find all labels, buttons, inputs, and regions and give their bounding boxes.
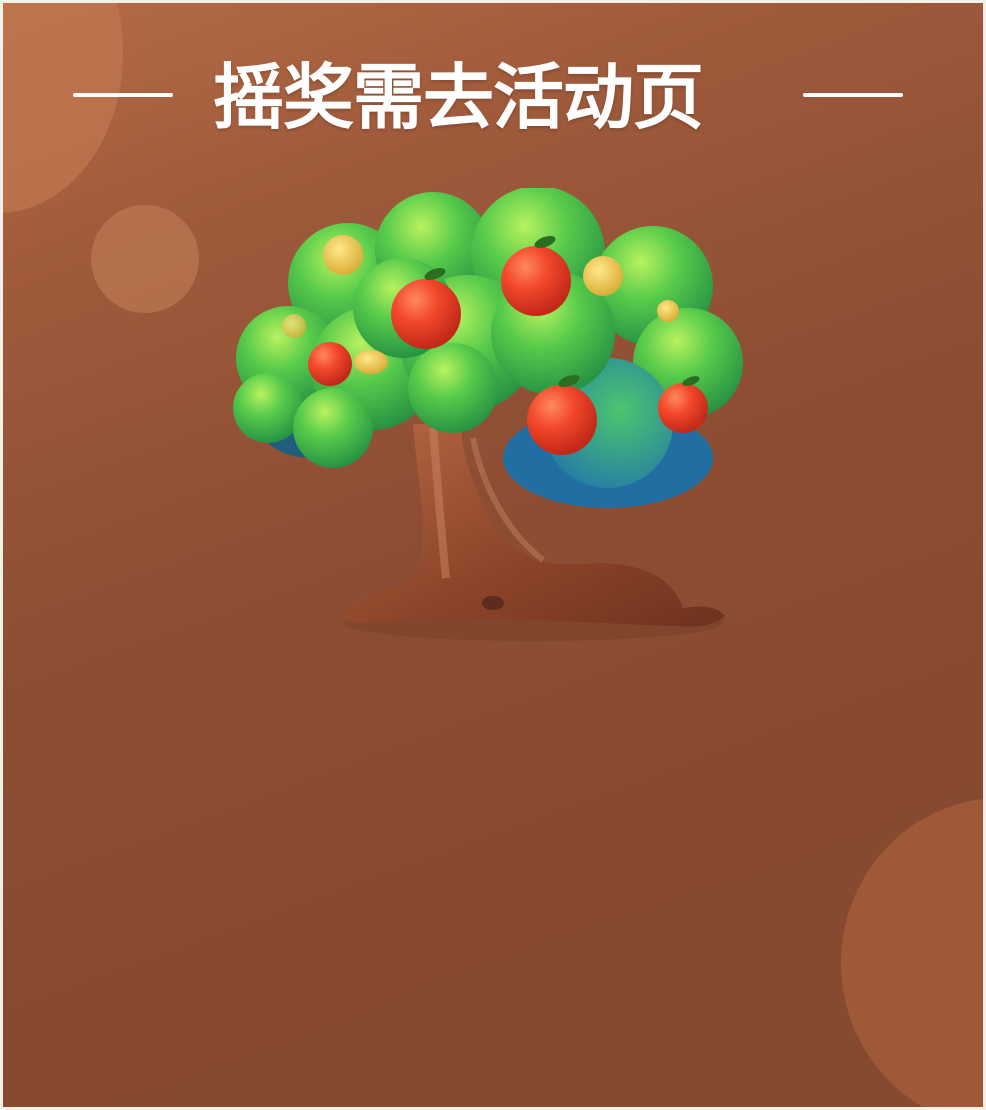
tree-icon [233,188,743,641]
orange-icon [308,342,352,386]
page-background: 摇奖需去活动页 [0,0,986,1110]
decorative-circle-bottom-right [841,798,983,1107]
gold-coin-icon [323,235,363,275]
decorative-circle-small [91,205,199,313]
title-divider-right [803,93,903,97]
page-title: 摇奖需去活动页 [213,56,704,139]
money-tree-illustration [223,188,763,658]
title-divider-left [73,93,173,97]
gold-coin-icon [657,300,679,322]
gold-coin-icon [282,314,306,338]
gold-coin-icon [583,256,623,296]
gold-coin-icon [354,350,388,374]
page-header: 摇奖需去活动页 [3,53,983,143]
